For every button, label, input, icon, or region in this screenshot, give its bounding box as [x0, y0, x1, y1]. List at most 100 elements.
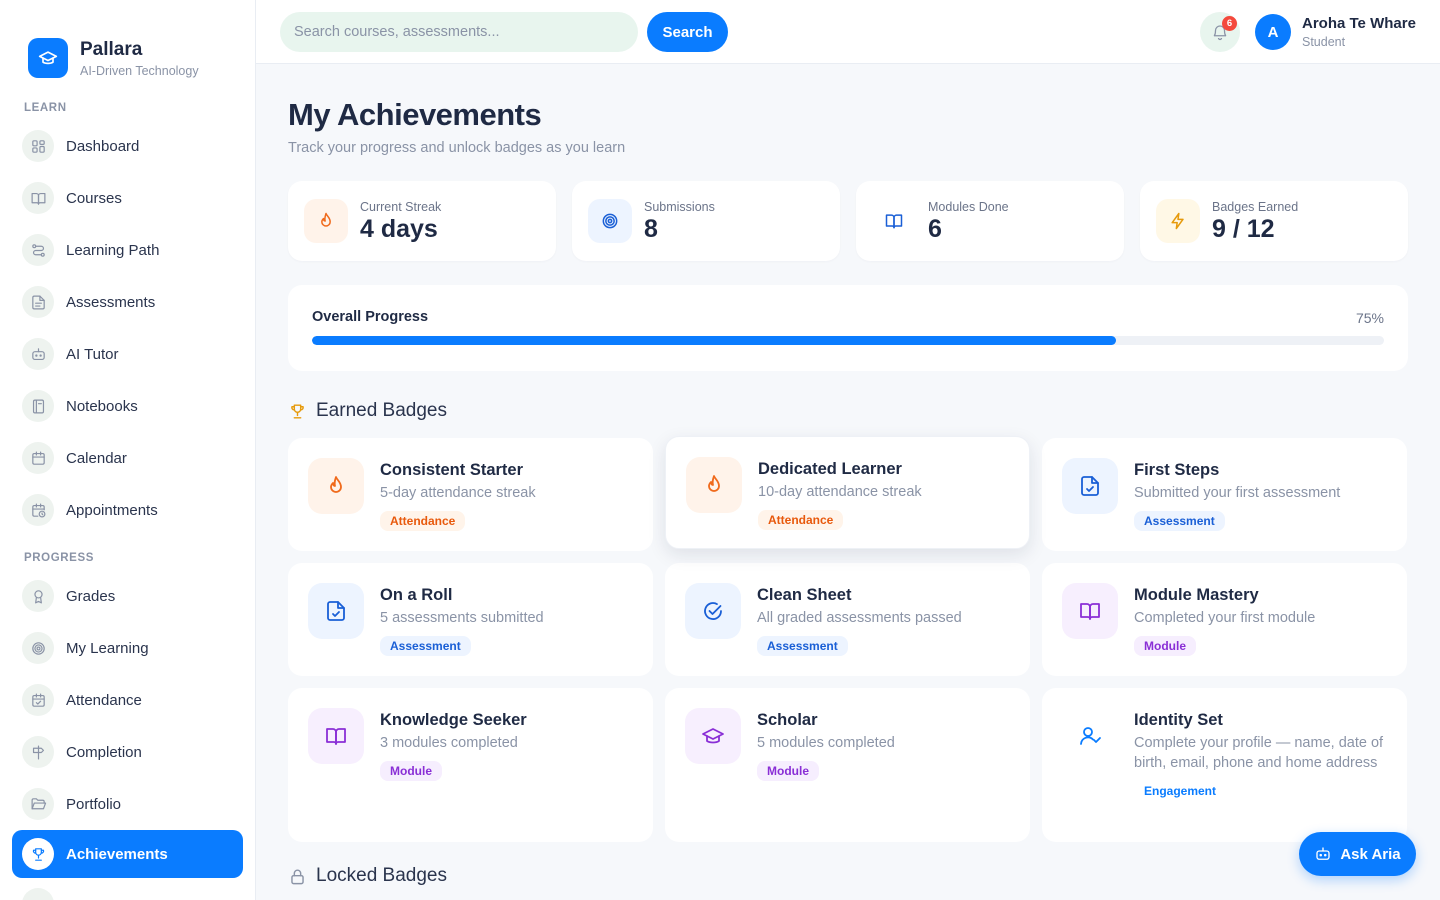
badge-card[interactable]: Module Mastery Completed your first modu…	[1042, 563, 1407, 676]
sidebar: Pallara AI-Driven Technology LEARN Dashb…	[0, 0, 256, 900]
target-icon	[22, 632, 54, 664]
user-check-icon	[1062, 708, 1118, 764]
badge-desc: 3 modules completed	[380, 735, 518, 751]
avatar[interactable]: A	[1255, 14, 1291, 50]
sidebar-item-learning-path[interactable]: Learning Path	[0, 224, 243, 276]
sidebar-item-label: Courses	[66, 189, 122, 207]
earned-badges-grid: Consistent Starter 5-day attendance stre…	[288, 436, 1408, 842]
sidebar-item-courses[interactable]: Courses	[0, 172, 243, 224]
stat-card-streak: Current Streak 4 days	[288, 181, 556, 261]
stat-value: 6	[928, 214, 942, 243]
badge-card[interactable]: Consistent Starter 5-day attendance stre…	[288, 438, 653, 551]
folder-open-icon	[22, 788, 54, 820]
notification-count-badge: 6	[1222, 16, 1237, 31]
sidebar-item-more[interactable]	[0, 878, 243, 900]
sidebar-item-label: AI Tutor	[66, 345, 119, 363]
badge-card[interactable]: Identity Set Complete your profile — nam…	[1042, 688, 1407, 842]
sidebar-item-label: Appointments	[66, 501, 158, 519]
sidebar-item-attendance[interactable]: Attendance	[0, 674, 243, 726]
file-text-icon	[22, 286, 54, 318]
book-open-icon	[22, 182, 54, 214]
bot-icon	[22, 338, 54, 370]
section-title: Earned Badges	[316, 400, 447, 421]
badge-card[interactable]: On a Roll 5 assessments submitted Assess…	[288, 563, 653, 676]
badge-desc: Completed your first module	[1134, 610, 1316, 626]
badge-tag: Attendance	[758, 510, 844, 530]
brand-tagline: AI-Driven Technology	[80, 63, 199, 78]
page-title: My Achievements	[288, 97, 542, 132]
sidebar-item-label: Achievements	[66, 845, 168, 863]
calendar-check-icon	[22, 684, 54, 716]
flame-icon	[304, 199, 348, 243]
stat-value: 8	[644, 214, 658, 243]
file-check-icon	[1062, 458, 1118, 514]
badge-card[interactable]: Knowledge Seeker 3 modules completed Mod…	[288, 688, 653, 842]
stats-row: Current Streak 4 days Submissions 8 Modu…	[288, 181, 1408, 261]
nav-learn: Dashboard Courses Learning Path Assessme…	[0, 120, 255, 536]
badge-tag: Assessment	[1134, 511, 1225, 531]
stat-label: Current Streak	[360, 199, 442, 214]
bot-icon	[1316, 847, 1331, 860]
sidebar-item-completion[interactable]: Completion	[0, 726, 243, 778]
route-icon	[22, 234, 54, 266]
progress-percent: 75%	[1355, 310, 1384, 326]
graduation-cap-icon	[685, 708, 741, 764]
notebook-icon	[22, 390, 54, 422]
sidebar-item-label: Notebooks	[66, 397, 138, 415]
sidebar-item-label: Calendar	[66, 449, 127, 467]
sidebar-item-assessments[interactable]: Assessments	[0, 276, 243, 328]
badge-card[interactable]: Scholar 5 modules completed Module	[665, 688, 1030, 842]
brand[interactable]: Pallara AI-Driven Technology	[0, 0, 255, 90]
badge-tag: Attendance	[380, 511, 466, 531]
section-label-learn: LEARN	[24, 102, 67, 114]
sidebar-item-label: Grades	[66, 587, 116, 605]
badge-title: Module Mastery	[1134, 586, 1259, 604]
sidebar-item-label: Learning Path	[66, 241, 160, 259]
sidebar-item-calendar[interactable]: Calendar	[0, 432, 243, 484]
ask-aria-button[interactable]: Ask Aria	[1299, 832, 1416, 876]
flame-icon	[308, 458, 364, 514]
stat-card-modules: Modules Done 6	[856, 181, 1124, 261]
badge-tag: Module	[757, 761, 819, 781]
search-input[interactable]	[280, 12, 638, 52]
badge-desc: Complete your profile — name, date of bi…	[1134, 735, 1384, 771]
calendar-icon	[22, 442, 54, 474]
circle-check-icon	[685, 583, 741, 639]
badge-title: On a Roll	[380, 586, 453, 604]
badge-desc: 5 modules completed	[757, 735, 895, 751]
trophy-icon	[22, 838, 54, 870]
brand-name: Pallara	[80, 38, 143, 60]
badge-title: Identity Set	[1134, 711, 1223, 729]
stat-label: Submissions	[644, 199, 715, 214]
sidebar-item-portfolio[interactable]: Portfolio	[0, 778, 243, 830]
badge-card[interactable]: Clean Sheet All graded assessments passe…	[665, 563, 1030, 676]
notifications-button[interactable]: 6	[1200, 12, 1240, 52]
search-button[interactable]: Search	[647, 12, 728, 52]
sidebar-item-my-learning[interactable]: My Learning	[0, 622, 243, 674]
sidebar-item-appointments[interactable]: Appointments	[0, 484, 243, 536]
sidebar-item-grades[interactable]: Grades	[0, 570, 243, 622]
stat-label: Modules Done	[928, 199, 1009, 214]
sidebar-item-notebooks[interactable]: Notebooks	[0, 380, 243, 432]
badge-tag: Assessment	[380, 636, 471, 656]
locked-badges-heading: Locked Badges	[288, 864, 1408, 888]
stat-value: 4 days	[360, 214, 438, 243]
badge-title: Clean Sheet	[757, 586, 852, 604]
file-check-icon	[308, 583, 364, 639]
graduation-cap-logo-icon	[28, 38, 68, 78]
sidebar-item-ai-tutor[interactable]: AI Tutor	[0, 328, 243, 380]
user-name: Aroha Te Whare	[1302, 15, 1416, 32]
badge-card[interactable]: Dedicated Learner 10-day attendance stre…	[665, 436, 1030, 549]
progress-track	[312, 336, 1384, 345]
zap-icon	[1156, 199, 1200, 243]
badge-title: Consistent Starter	[380, 461, 524, 479]
sidebar-item-achievements[interactable]: Achievements	[12, 830, 243, 878]
overall-progress-card: Overall Progress 75%	[288, 285, 1408, 371]
more-icon	[22, 888, 54, 900]
book-open-icon	[1062, 583, 1118, 639]
earned-badges-heading: Earned Badges	[288, 399, 1408, 423]
section-label-progress: PROGRESS	[24, 552, 94, 564]
sidebar-item-dashboard[interactable]: Dashboard	[0, 120, 243, 172]
badge-tag: Module	[1134, 636, 1196, 656]
badge-card[interactable]: First Steps Submitted your first assessm…	[1042, 438, 1407, 551]
